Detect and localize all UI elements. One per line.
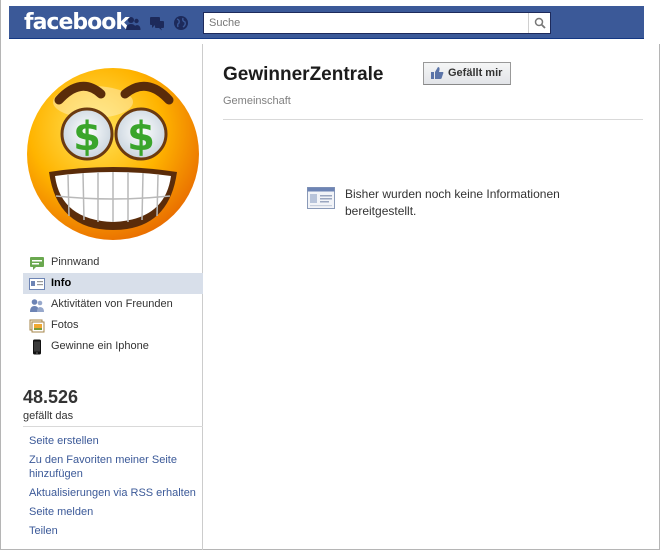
messages-icon[interactable] (149, 15, 165, 31)
likes-summary: 48.526 gefällt das (23, 386, 203, 424)
nav-label-pinnwand: Pinnwand (51, 256, 100, 268)
svg-text:$: $ (127, 114, 155, 160)
nav-label-gewinne-iphone: Gewinne ein Iphone (51, 340, 149, 352)
link-report-page[interactable]: Seite melden (29, 505, 203, 519)
link-rss-updates[interactable]: Aktualisierungen via RSS erhalten (29, 486, 203, 500)
info-card-icon (307, 187, 335, 209)
search-input[interactable] (204, 13, 526, 33)
left-column: $ $ Pinnwand Info Aktivitäten von Freund… (9, 44, 203, 550)
like-button-label: Gefällt mir (448, 67, 503, 79)
notifications-globe-icon[interactable] (173, 15, 189, 31)
header-divider (223, 119, 643, 120)
thumbs-up-icon (431, 67, 444, 79)
photos-icon (29, 319, 45, 333)
info-icon (29, 278, 45, 290)
sidebar-divider (23, 426, 203, 427)
nav-label-fotos: Fotos (51, 319, 79, 331)
page-action-links: Seite erstellen Zu den Favoriten meiner … (29, 434, 203, 543)
link-create-page[interactable]: Seite erstellen (29, 434, 203, 448)
page-category: Gemeinschaft (223, 95, 291, 107)
likes-count: 48.526 (23, 387, 79, 407)
svg-text:$: $ (73, 114, 101, 160)
link-add-to-favorites[interactable]: Zu den Favoriten meiner Seite hinzufügen (29, 453, 203, 481)
page-navigation: Pinnwand Info Aktivitäten von Freunden F… (23, 252, 203, 357)
nav-item-pinnwand[interactable]: Pinnwand (23, 252, 203, 273)
nav-item-gewinne-iphone[interactable]: Gewinne ein Iphone (23, 336, 203, 357)
nav-item-info[interactable]: Info (23, 273, 203, 294)
search-icon (534, 17, 546, 29)
search-button[interactable] (528, 13, 550, 33)
phone-icon (33, 339, 41, 355)
blue-header: facebook (9, 6, 644, 39)
nav-item-fotos[interactable]: Fotos (23, 315, 203, 336)
profile-picture-smiley[interactable]: $ $ (23, 62, 203, 242)
page-frame: facebook Suche $ $ Pinnwand Info Aktivit… (0, 0, 660, 550)
friends-activity-icon (30, 299, 44, 312)
nav-label-friends-activity: Aktivitäten von Freunden (51, 298, 173, 310)
nav-item-friends-activity[interactable]: Aktivitäten von Freunden (23, 294, 203, 315)
likes-label: gefällt das (23, 410, 74, 422)
facebook-logo[interactable]: facebook (24, 9, 130, 37)
page-title[interactable]: GewinnerZentrale (223, 64, 384, 86)
empty-info-message: Bisher wurden noch keine Informationen b… (345, 187, 560, 218)
top-bar: facebook (1, 0, 660, 44)
wall-icon (30, 257, 44, 270)
nav-label-info: Info (51, 277, 72, 289)
search-box (203, 12, 551, 34)
like-button[interactable]: Gefällt mir (423, 62, 512, 85)
link-share[interactable]: Teilen (29, 524, 203, 538)
friend-requests-icon[interactable] (125, 15, 141, 31)
